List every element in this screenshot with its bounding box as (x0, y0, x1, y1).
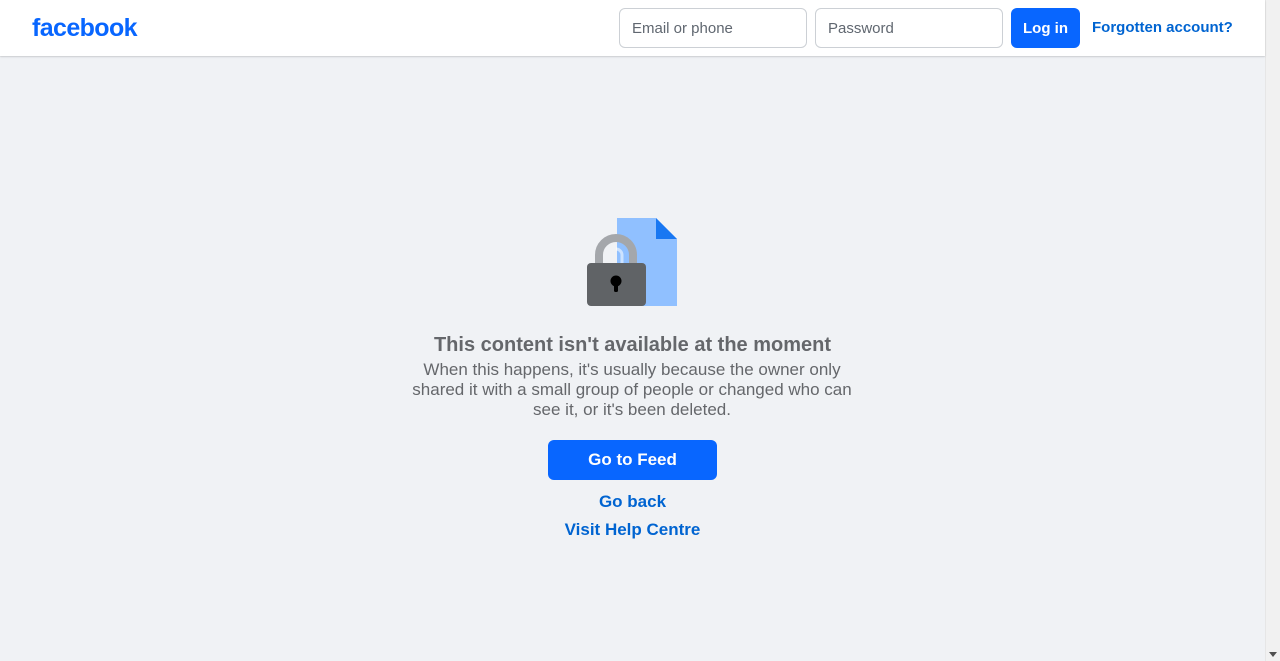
go-back-link[interactable]: Go back (599, 492, 666, 511)
scroll-down-arrow-icon[interactable] (1269, 652, 1277, 657)
visit-help-centre-link[interactable]: Visit Help Centre (565, 520, 701, 539)
forgotten-account-link[interactable]: Forgotten account? (1092, 18, 1233, 38)
password-input[interactable] (815, 8, 1003, 48)
facebook-logo[interactable]: facebook (32, 12, 138, 44)
vertical-scrollbar[interactable] (1265, 0, 1280, 661)
top-navigation-bar: facebook Log in Forgotten account? (0, 0, 1265, 56)
login-button[interactable]: Log in (1011, 8, 1080, 48)
locked-document-icon (587, 218, 677, 306)
help-centre-row: Visit Help Centre (0, 519, 1265, 541)
page-title: This content isn't available at the mome… (433, 334, 832, 356)
go-to-feed-button[interactable]: Go to Feed (548, 440, 717, 480)
page-description: When this happens, it's usually because … (412, 360, 852, 419)
email-or-phone-input[interactable] (619, 8, 807, 48)
content-unavailable-panel: This content isn't available at the mome… (0, 56, 1265, 661)
go-back-row: Go back (0, 491, 1265, 513)
